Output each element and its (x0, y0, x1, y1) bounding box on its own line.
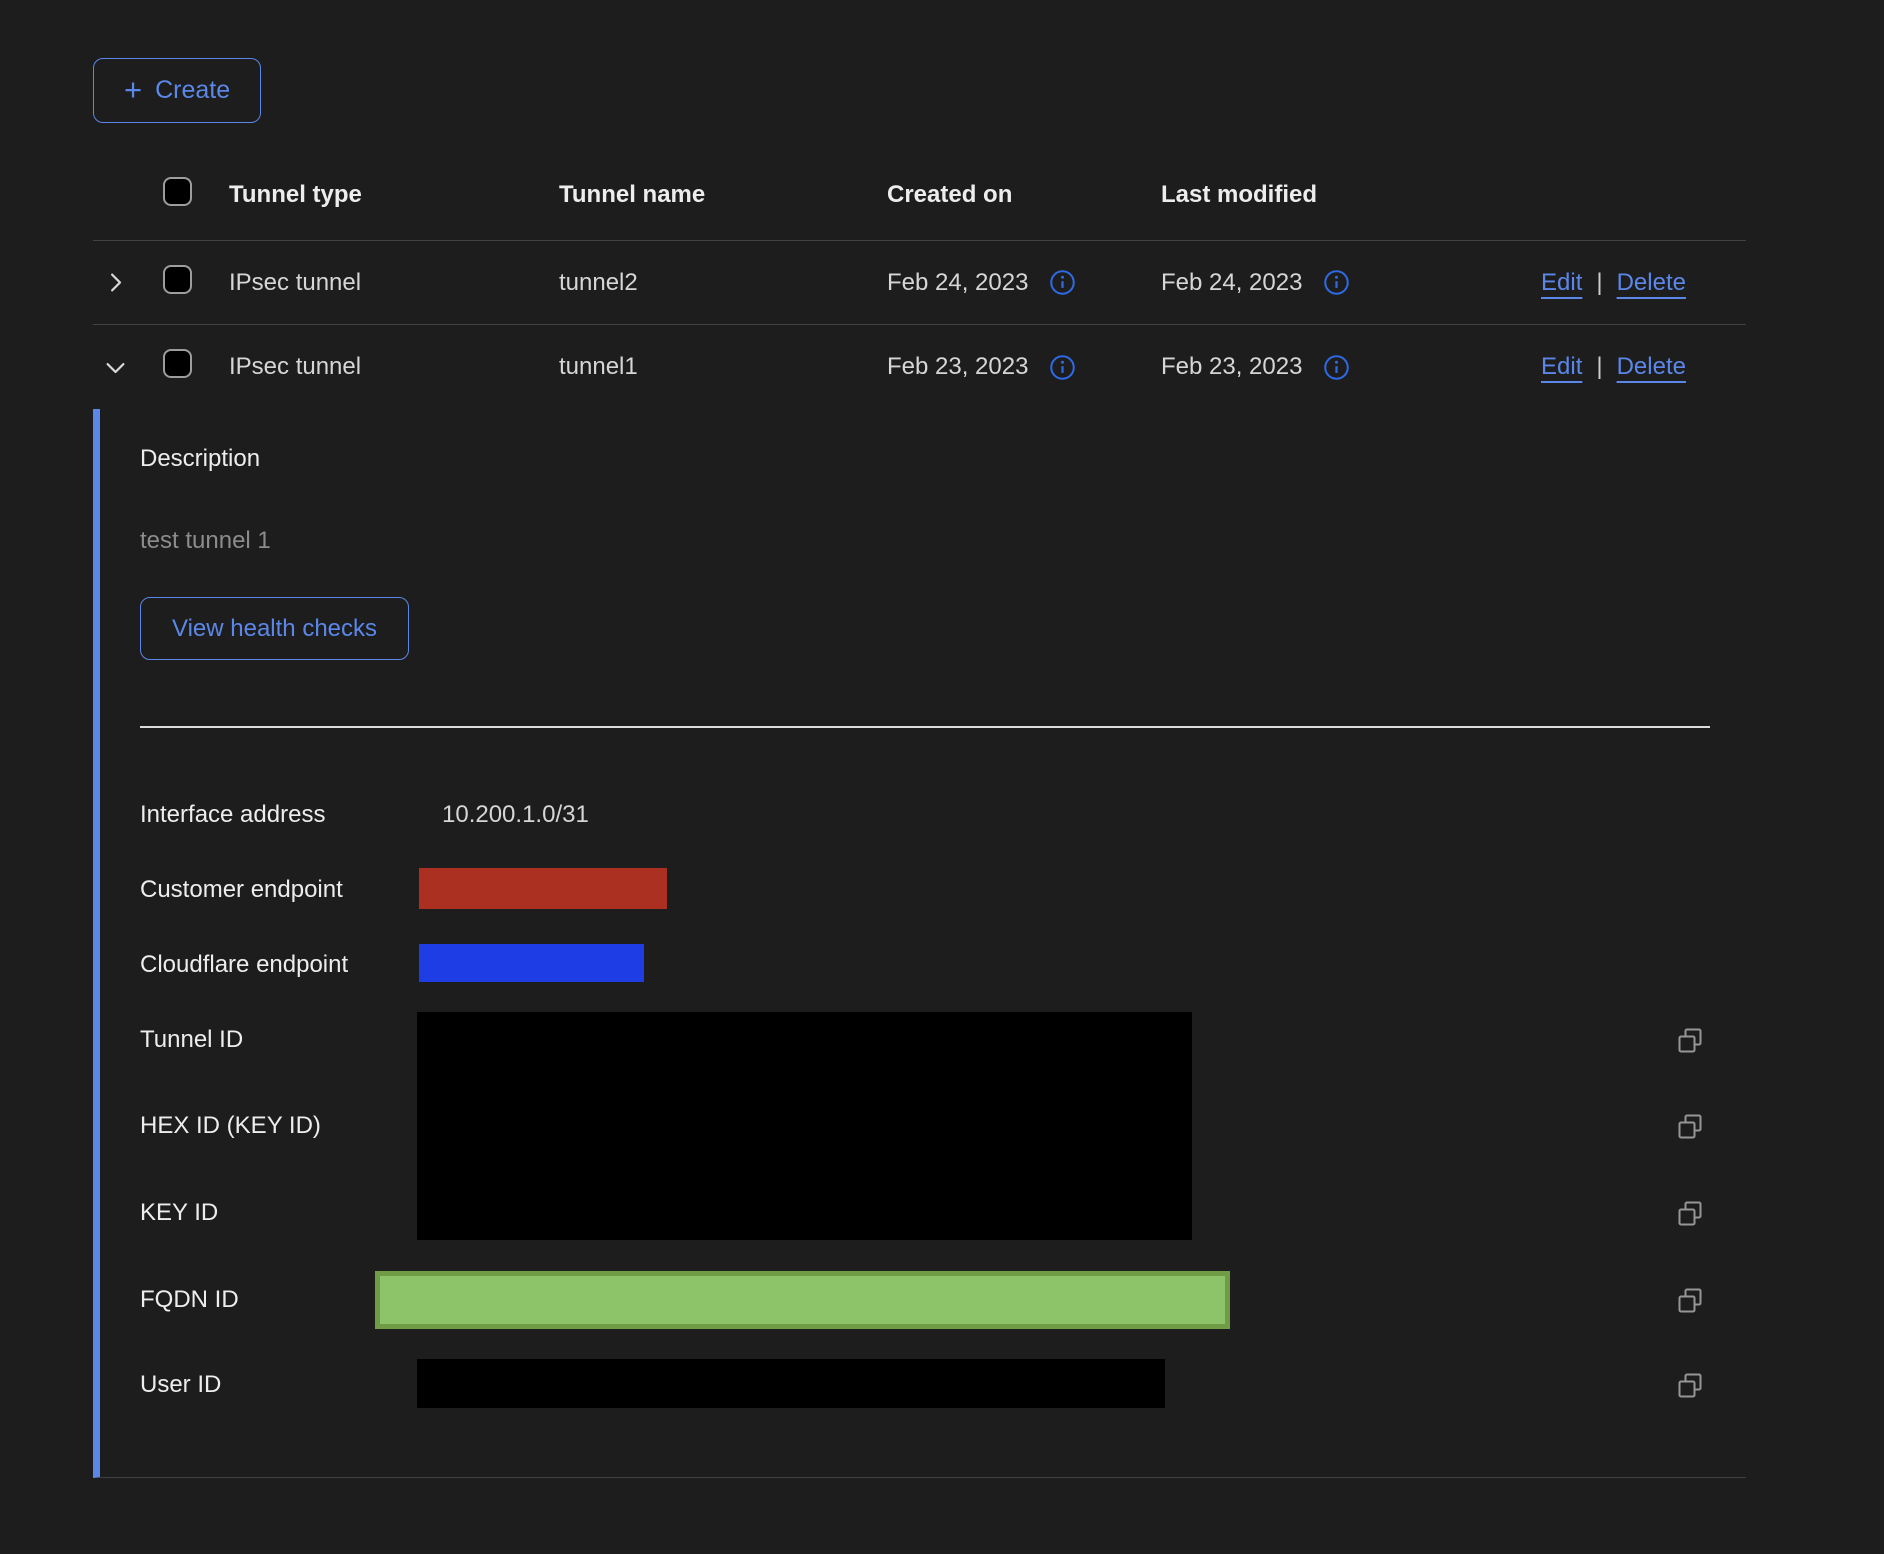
tunnels-page: + Create Tunnel type Tunnel name Created… (0, 0, 1884, 1554)
interface-address-label: Interface address (140, 801, 325, 829)
header-tunnel-type: Tunnel type (229, 181, 559, 209)
table-header-row: Tunnel type Tunnel name Created on Last … (93, 150, 1746, 241)
fqdn-id-label: FQDN ID (140, 1286, 239, 1314)
header-tunnel-name: Tunnel name (559, 181, 887, 209)
copy-icon (1674, 1198, 1706, 1230)
panel-divider (140, 726, 1710, 728)
edit-link[interactable]: Edit (1541, 269, 1582, 297)
key-id-label: KEY ID (140, 1199, 218, 1227)
cell-tunnel-name: tunnel2 (559, 269, 887, 297)
interface-address-value: 10.200.1.0/31 (442, 801, 589, 829)
tunnels-table: Tunnel type Tunnel name Created on Last … (93, 150, 1746, 409)
info-icon[interactable] (1049, 354, 1076, 381)
create-button[interactable]: + Create (93, 58, 261, 123)
chevron-down-icon (102, 354, 129, 381)
expanded-row-panel: Description test tunnel 1 View health ch… (93, 409, 1746, 1478)
info-icon[interactable] (1323, 269, 1350, 296)
collapse-row-button[interactable] (102, 354, 129, 381)
delete-link[interactable]: Delete (1617, 269, 1686, 297)
tunnel-id-label: Tunnel ID (140, 1026, 243, 1054)
copy-fqdn-id-button[interactable] (1672, 1283, 1708, 1319)
description-label: Description (140, 445, 260, 473)
cloudflare-endpoint-label: Cloudflare endpoint (140, 951, 348, 979)
edit-link[interactable]: Edit (1541, 353, 1582, 381)
header-created-on: Created on (887, 181, 1161, 209)
delete-link[interactable]: Delete (1617, 353, 1686, 381)
cloudflare-endpoint-redacted-value (419, 944, 644, 982)
copy-icon (1674, 1370, 1706, 1402)
fqdn-id-redacted-value (375, 1271, 1230, 1329)
copy-user-id-button[interactable] (1672, 1368, 1708, 1404)
table-row: IPsec tunnel tunnel2 Feb 24, 2023 Feb 24… (93, 241, 1746, 325)
table-row: IPsec tunnel tunnel1 Feb 23, 2023 Feb 23… (93, 325, 1746, 409)
user-id-redacted-value (417, 1359, 1165, 1408)
expand-row-button[interactable] (102, 269, 129, 296)
actions-separator: | (1596, 269, 1602, 297)
customer-endpoint-label: Customer endpoint (140, 876, 343, 904)
view-health-checks-button[interactable]: View health checks (140, 597, 409, 660)
cell-last-modified: Feb 24, 2023 (1161, 269, 1302, 297)
row-checkbox[interactable] (163, 265, 192, 294)
copy-tunnel-id-button[interactable] (1672, 1023, 1708, 1059)
info-icon[interactable] (1049, 269, 1076, 296)
cell-created-on: Feb 24, 2023 (887, 269, 1028, 297)
header-last-modified: Last modified (1161, 181, 1541, 209)
row-checkbox[interactable] (163, 349, 192, 378)
cell-tunnel-type: IPsec tunnel (229, 269, 559, 297)
user-id-label: User ID (140, 1371, 221, 1399)
info-icon[interactable] (1323, 354, 1350, 381)
copy-hex-id-button[interactable] (1672, 1109, 1708, 1145)
create-button-label: Create (155, 76, 230, 105)
actions-separator: | (1596, 353, 1602, 381)
plus-icon: + (124, 74, 142, 105)
cell-tunnel-name: tunnel1 (559, 353, 887, 381)
copy-key-id-button[interactable] (1672, 1196, 1708, 1232)
cell-tunnel-type: IPsec tunnel (229, 353, 559, 381)
select-all-checkbox[interactable] (163, 177, 192, 206)
chevron-right-icon (102, 269, 129, 296)
cell-created-on: Feb 23, 2023 (887, 353, 1028, 381)
hex-id-label: HEX ID (KEY ID) (140, 1112, 321, 1140)
copy-icon (1674, 1285, 1706, 1317)
copy-icon (1674, 1111, 1706, 1143)
customer-endpoint-redacted-value (419, 868, 667, 909)
cell-last-modified: Feb 23, 2023 (1161, 353, 1302, 381)
ids-redacted-value (417, 1012, 1192, 1240)
description-value: test tunnel 1 (140, 527, 271, 555)
copy-icon (1674, 1025, 1706, 1057)
